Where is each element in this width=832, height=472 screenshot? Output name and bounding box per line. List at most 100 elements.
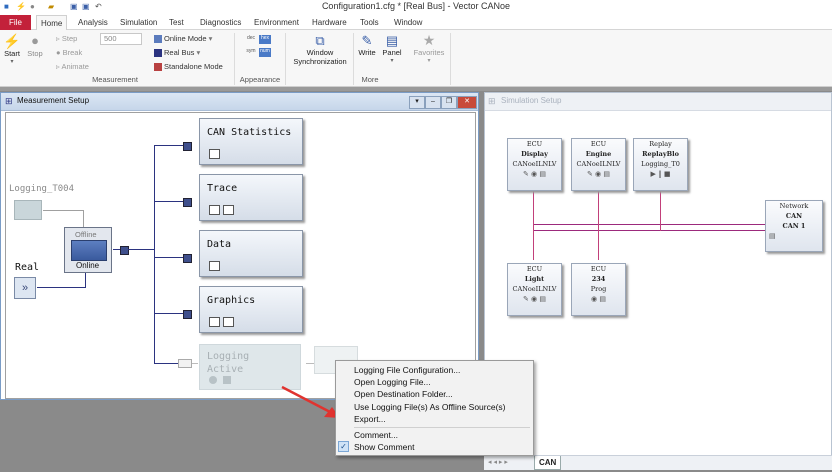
sym-button[interactable]: sym xyxy=(245,48,257,57)
menu-export[interactable]: Export... xyxy=(354,414,386,424)
node-name: Light xyxy=(524,275,545,283)
list-icon xyxy=(223,205,234,215)
step-value-input[interactable]: 500 xyxy=(100,33,142,45)
measurement-canvas[interactable]: Logging_T004 Real » Offline Online CAN S… xyxy=(5,112,476,399)
logging-switch-node[interactable] xyxy=(178,359,192,368)
logging-source-wire xyxy=(43,210,83,211)
tab-file[interactable]: File xyxy=(0,15,31,30)
node-name: Display xyxy=(521,150,548,158)
replay-controls-icon: ▶ ‖ ■ xyxy=(650,170,671,178)
break-icon: ● xyxy=(56,48,61,57)
menu-show-comment[interactable]: Show Comment xyxy=(354,442,414,452)
logging-block[interactable]: Logging Active xyxy=(199,344,301,390)
tab-test[interactable]: Test xyxy=(165,15,188,30)
hex-button[interactable]: hex xyxy=(259,35,271,44)
online-mode-button[interactable]: Online Mode ▾ xyxy=(154,34,212,44)
filter-icon xyxy=(209,261,220,271)
trace-block[interactable]: Trace xyxy=(199,174,303,221)
star-icon: ★ xyxy=(422,32,436,48)
simulation-window-icon: ⊞ xyxy=(488,96,496,106)
trunk-wire xyxy=(154,145,155,364)
node-type: ECU xyxy=(526,265,543,273)
measurement-setup-window[interactable]: ⊞ Measurement Setup ▾ – ❐ ✕ Logging_T004… xyxy=(0,92,479,400)
panel-button[interactable]: ▤ Panel ▾ xyxy=(381,33,403,73)
branch-wire xyxy=(192,363,198,364)
start-label: Start xyxy=(4,49,20,58)
menu-comment[interactable]: Comment... xyxy=(354,430,398,440)
network-can-node[interactable]: Network CAN CAN 1 ▤ xyxy=(765,200,823,252)
checkmark-icon: ✓ xyxy=(338,441,349,452)
connection-node[interactable] xyxy=(183,310,192,319)
dropdown-icon[interactable]: ▾ xyxy=(409,96,425,109)
workspace-background xyxy=(0,87,832,91)
restore-icon[interactable]: ❐ xyxy=(441,96,457,109)
dec-button[interactable]: dec xyxy=(245,35,257,44)
standalone-mode-button[interactable]: Standalone Mode xyxy=(154,62,223,72)
minimize-icon[interactable]: – xyxy=(425,96,441,109)
tab-tools[interactable]: Tools xyxy=(356,15,383,30)
data-block[interactable]: Data xyxy=(199,230,303,277)
replay-block-node[interactable]: Replay ReplayBlo Logging_T0 ▶ ‖ ■ xyxy=(633,138,688,191)
num-button[interactable]: num xyxy=(259,48,271,57)
ecu-light-node[interactable]: ECU Light CANoeILNLV ✎ ◉ ▤ xyxy=(507,263,562,316)
node-name: Engine xyxy=(585,150,612,158)
ecu-engine-node[interactable]: ECU Engine CANoeILNLV ✎ ◉ ▤ xyxy=(571,138,626,191)
online-mode-label: Online Mode xyxy=(164,34,207,43)
measurement-window-header[interactable]: ⊞ Measurement Setup ▾ – ❐ ✕ xyxy=(1,93,478,111)
window-title: Configuration1.cfg * [Real Bus] - Vector… xyxy=(321,1,511,11)
menu-logging-file-configuration[interactable]: Logging File Configuration... xyxy=(354,365,460,375)
connection-node[interactable] xyxy=(120,246,129,255)
connection-node[interactable] xyxy=(183,142,192,151)
annotation-arrow-shaft xyxy=(281,385,333,415)
real-bus-label: Real Bus xyxy=(164,48,195,57)
menu-open-logging-file[interactable]: Open Logging File... xyxy=(354,377,431,387)
menu-open-destination-folder[interactable]: Open Destination Folder... xyxy=(354,389,453,399)
ribbon-separator xyxy=(234,33,235,85)
real-source-icon[interactable]: » xyxy=(14,277,36,299)
close-icon[interactable]: ✕ xyxy=(457,96,477,109)
online-offline-switch[interactable]: Offline Online xyxy=(64,227,112,273)
write-button[interactable]: ✎ Write xyxy=(356,33,378,73)
break-button[interactable]: ● Break xyxy=(56,48,82,57)
logging-source-label: Logging_T004 xyxy=(9,184,75,194)
logging-state-label: Active xyxy=(207,364,244,375)
logging-source-icon[interactable] xyxy=(14,200,42,220)
animate-label: Animate xyxy=(61,62,89,71)
graphics-block[interactable]: Graphics xyxy=(199,286,303,333)
ecu-display-node[interactable]: ECU Display CANoeILNLV ✎ ◉ ▤ xyxy=(507,138,562,191)
tab-scroll-icon[interactable]: ◂ ◂ ▸ ▸ xyxy=(488,458,508,466)
animate-button[interactable]: ▹ Animate xyxy=(56,62,89,71)
can-statistics-block[interactable]: CAN Statistics xyxy=(199,118,303,165)
real-bus-button[interactable]: Real Bus ▾ xyxy=(154,48,200,58)
ribbon-separator xyxy=(353,33,354,85)
tab-window[interactable]: Window xyxy=(390,15,426,30)
node-sub: CANoeILNLV xyxy=(512,160,557,168)
tab-diagnostics[interactable]: Diagnostics xyxy=(196,15,245,30)
list-icon xyxy=(223,317,234,327)
tab-can[interactable]: CAN xyxy=(534,456,562,470)
real-source-wire xyxy=(85,273,86,288)
can-bus-line xyxy=(533,224,765,225)
step-button[interactable]: ▹ Step xyxy=(56,34,77,43)
tab-home[interactable]: Home xyxy=(36,15,68,31)
graph-icon xyxy=(209,317,220,327)
simulation-window-header[interactable]: ⊞ Simulation Setup xyxy=(485,93,831,111)
simulation-setup-window[interactable]: ⊞ Simulation Setup ECU Display CANoeILNL… xyxy=(484,92,832,470)
tab-simulation[interactable]: Simulation xyxy=(116,15,161,30)
tab-analysis[interactable]: Analysis xyxy=(74,15,112,30)
connection-node[interactable] xyxy=(183,198,192,207)
connection-node[interactable] xyxy=(183,254,192,263)
ecu-234-node[interactable]: ECU 234 Prog ◉ ▤ xyxy=(571,263,626,316)
panel-icon: ▤ xyxy=(385,33,399,48)
stop-button[interactable]: ● Stop xyxy=(25,33,45,73)
window-sync-button[interactable]: ⧉ Window Synchronization xyxy=(290,33,350,73)
tab-environment[interactable]: Environment xyxy=(250,15,303,30)
ribbon-separator xyxy=(450,33,451,85)
ecu-connection xyxy=(533,189,534,260)
menu-use-logging-as-offline-source[interactable]: Use Logging File(s) As Offline Source(s) xyxy=(354,402,506,412)
tab-hardware[interactable]: Hardware xyxy=(308,15,351,30)
start-button[interactable]: ⚡ Start ▾ xyxy=(3,33,21,73)
logging-record-icon xyxy=(209,376,217,384)
favorites-button[interactable]: ★ Favorites ▾ xyxy=(411,33,447,73)
title-bar: ■ ⚡ ● ▰ ▣ ▣ ↶ Configuration1.cfg * [Real… xyxy=(0,0,832,15)
